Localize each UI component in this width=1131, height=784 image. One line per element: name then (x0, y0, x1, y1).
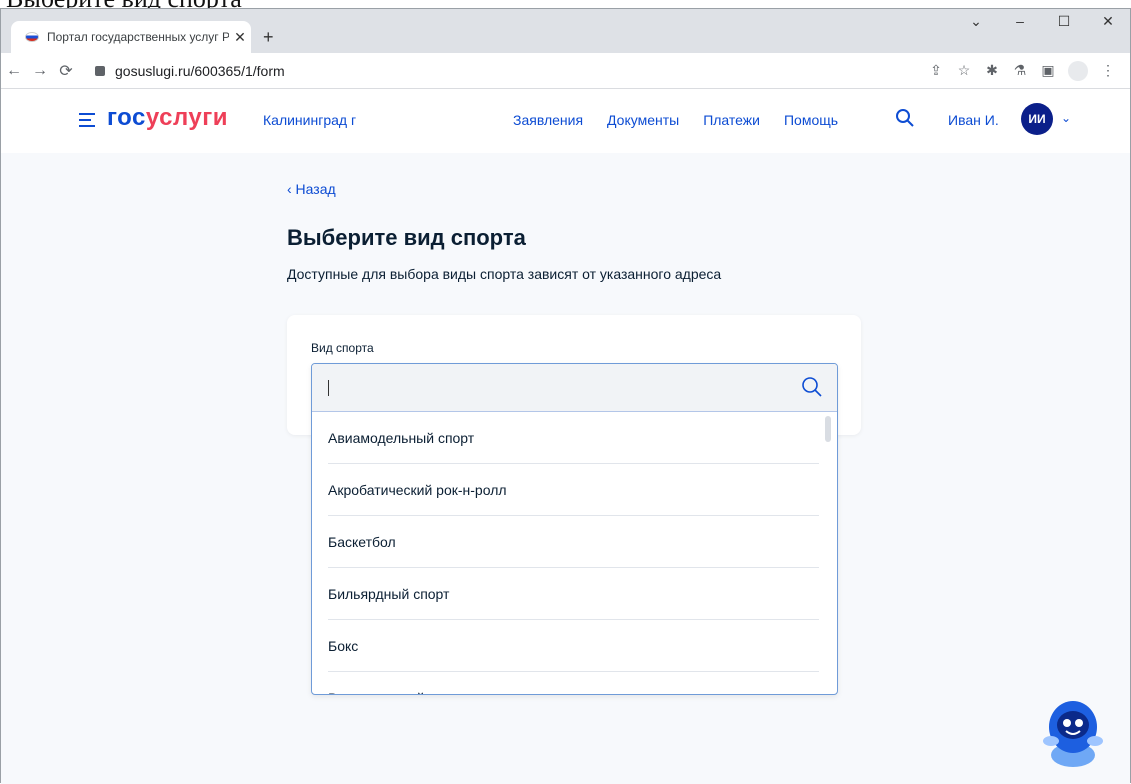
new-tab-button[interactable]: + (263, 27, 274, 48)
reload-icon[interactable]: ⟳ (53, 61, 79, 81)
nav-help[interactable]: Помощь (784, 112, 838, 128)
profile-icon[interactable] (1068, 60, 1088, 81)
option-billiards[interactable]: Бильярдный спорт (328, 568, 819, 620)
browser-window: Портал государственных услуг Р ✕ + ⌄ – ☐… (0, 8, 1131, 784)
bookmark-star-icon[interactable]: ☆ (950, 62, 978, 79)
site-header: госуслуги Калининград г Заявления Докуме… (1, 89, 1130, 153)
address-bar[interactable]: gosuslugi.ru/600365/1/form (85, 57, 885, 85)
assistant-robot-icon[interactable] (1037, 693, 1109, 769)
close-window-button[interactable]: ✕ (1086, 13, 1130, 30)
share-icon[interactable]: ⇪ (922, 62, 950, 79)
window-controls: ⌄ – ☐ ✕ (954, 13, 1130, 30)
main-nav: Заявления Документы Платежи Помощь (513, 112, 862, 128)
gosuslugi-logo[interactable]: госуслуги (107, 104, 228, 132)
sport-field-label: Вид спорта (311, 341, 374, 355)
side-panel-icon[interactable]: ▣ (1034, 62, 1062, 79)
maximize-button[interactable]: ☐ (1042, 13, 1086, 30)
search-icon[interactable] (801, 376, 823, 398)
sport-dropdown[interactable]: Авиамодельный спорт Акробатический рок-н… (311, 363, 838, 695)
nav-documents[interactable]: Документы (607, 112, 679, 128)
menu-dots-icon[interactable]: ⋮ (1094, 62, 1122, 79)
tab-title: Портал государственных услуг Р (47, 30, 229, 44)
logo-part-1: гос (107, 104, 146, 131)
nav-payments[interactable]: Платежи (703, 112, 760, 128)
back-link[interactable]: ‹ Назад (287, 181, 336, 197)
user-name[interactable]: Иван И. (948, 112, 999, 128)
tab-strip: Портал государственных услуг Р ✕ + ⌄ – ☐… (1, 9, 1130, 53)
nav-applications[interactable]: Заявления (513, 112, 583, 128)
screenshot-caption: Выберите вид спорта (0, 0, 1131, 8)
tab-search-button[interactable]: ⌄ (954, 13, 998, 30)
page-content: ‹ Назад Выберите вид спорта Доступные дл… (1, 153, 1130, 784)
user-avatar[interactable]: ИИ (1021, 103, 1053, 135)
text-caret (328, 380, 329, 396)
option-aviamodel[interactable]: Авиамодельный спорт (328, 412, 819, 464)
favicon-flag-icon (25, 32, 39, 42)
url-text: gosuslugi.ru/600365/1/form (115, 62, 285, 79)
minimize-button[interactable]: – (998, 13, 1042, 30)
page-title: Выберите вид спорта (287, 225, 526, 250)
option-boxing[interactable]: Бокс (328, 620, 819, 672)
forward-arrow-icon[interactable]: → (27, 62, 53, 80)
browser-tab[interactable]: Портал государственных услуг Р ✕ (11, 21, 251, 53)
back-arrow-icon[interactable]: ← (1, 62, 27, 80)
region-selector[interactable]: Калининград г (263, 112, 356, 128)
search-icon[interactable] (895, 108, 915, 128)
menu-burger-icon[interactable] (79, 113, 95, 131)
dropdown-scrollbar[interactable] (825, 416, 831, 442)
extensions-puzzle-icon[interactable]: ✱ (978, 62, 1006, 79)
option-acrobatic-rocknroll[interactable]: Акробатический рок-н-ролл (328, 464, 819, 516)
option-cycling[interactable]: Велосипедный спорт (328, 672, 819, 695)
labs-flask-icon[interactable]: ⚗ (1006, 62, 1034, 79)
browser-toolbar: ← → ⟳ gosuslugi.ru/600365/1/form ⇪ ☆ ✱ ⚗… (1, 53, 1130, 89)
logo-part-2: услуги (145, 104, 228, 131)
lock-icon (95, 65, 105, 76)
extension-icons: ⇪ ☆ ✱ ⚗ ▣ ⋮ (922, 60, 1130, 81)
tab-close-icon[interactable]: ✕ (229, 29, 251, 46)
option-basketball[interactable]: Баскетбол (328, 516, 819, 568)
chevron-down-icon[interactable]: ⌄ (1061, 111, 1071, 125)
page-subtitle: Доступные для выбора виды спорта зависят… (287, 266, 722, 282)
options-list: Авиамодельный спорт Акробатический рок-н… (312, 412, 837, 695)
sport-search-input[interactable] (312, 364, 837, 412)
